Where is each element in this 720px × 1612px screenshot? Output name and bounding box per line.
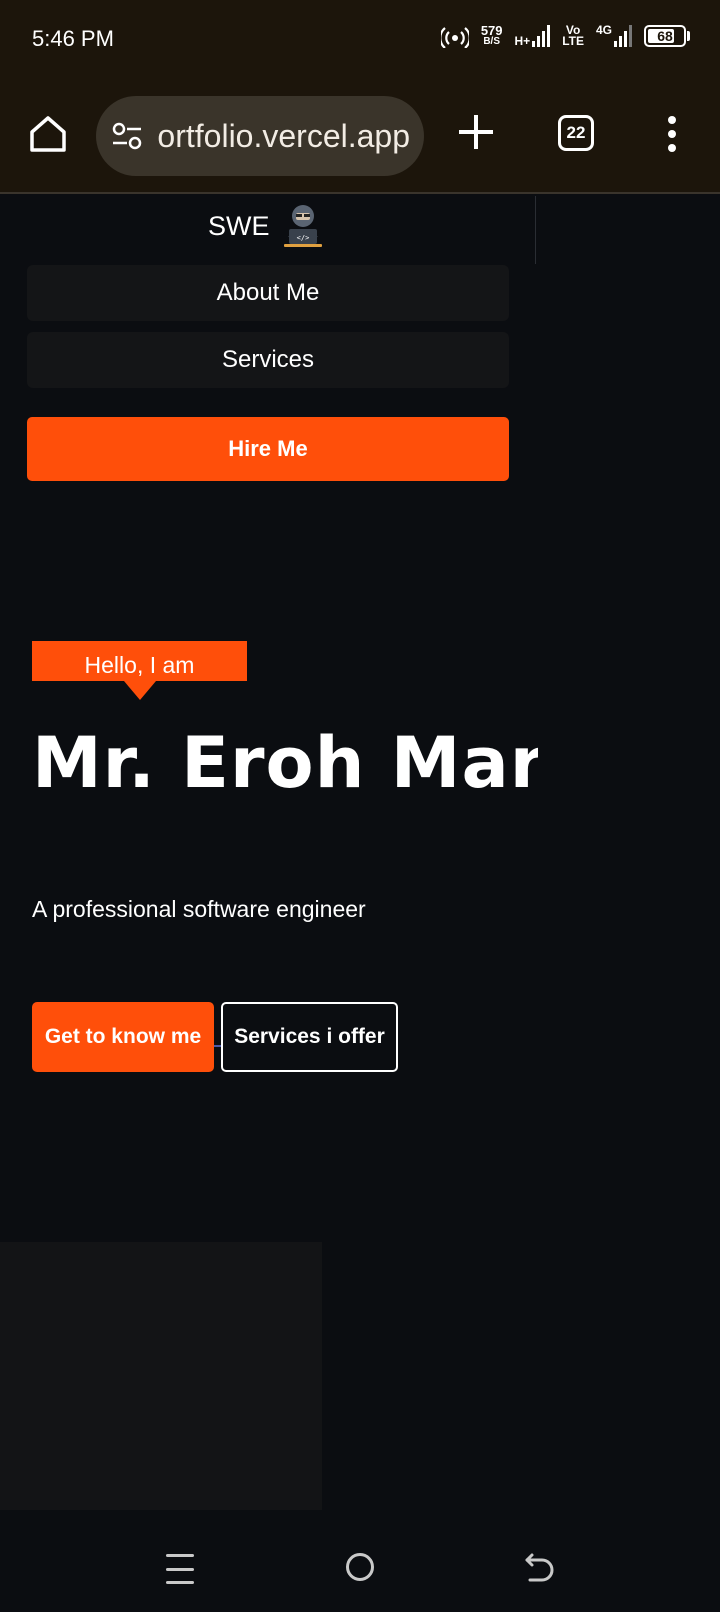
- menu-dots-icon[interactable]: [662, 112, 682, 156]
- profile-image-placeholder: [0, 1242, 322, 1510]
- site-settings-icon[interactable]: [112, 122, 142, 150]
- recents-icon[interactable]: [166, 1554, 194, 1584]
- svg-text:</>: </>: [296, 234, 309, 242]
- services-offer-button[interactable]: Services i offer: [221, 1002, 398, 1072]
- status-icons: 579 B/S H+ Vo LTE 4G 68: [440, 23, 690, 48]
- tab-switcher-button[interactable]: 22: [558, 115, 594, 151]
- status-time: 5:46 PM: [32, 26, 114, 51]
- hire-me-button[interactable]: Hire Me: [27, 417, 509, 481]
- battery-level: 68: [657, 28, 673, 44]
- brand[interactable]: SWE </>: [208, 203, 326, 249]
- net-speed: 579 B/S: [480, 23, 503, 47]
- signal-icon: [532, 25, 551, 47]
- greeting-badge-tail: [124, 681, 156, 700]
- home-icon[interactable]: [26, 112, 70, 156]
- hero-name: Mr. Eroh Marc: [32, 722, 538, 804]
- hero-tagline: A professional software engineer: [32, 896, 366, 922]
- network-type: H+: [514, 34, 531, 48]
- url-text[interactable]: portfolio.vercel.app: [158, 118, 410, 155]
- url-bar[interactable]: portfolio.vercel.app: [96, 96, 424, 176]
- get-to-know-me-button[interactable]: Get to know me: [32, 1002, 214, 1072]
- signal-icon: [614, 25, 632, 47]
- brand-text: SWE: [208, 210, 270, 241]
- plus-icon[interactable]: [456, 112, 496, 152]
- volte-indicator: Vo LTE: [562, 23, 584, 48]
- network-type-2: 4G: [595, 23, 612, 37]
- status-bar: 5:46 PM 579 B/S H+ Vo LTE 4G 68: [0, 0, 720, 82]
- browser-toolbar: portfolio.vercel.app 22: [0, 82, 720, 194]
- back-icon[interactable]: [524, 1551, 556, 1585]
- nav-item-services[interactable]: Services: [27, 332, 509, 388]
- home-circle-icon[interactable]: [346, 1553, 374, 1581]
- nav-divider: [535, 196, 536, 264]
- greeting-badge: Hello, I am: [32, 641, 247, 681]
- hotspot-icon: [440, 27, 469, 48]
- nav-item-about[interactable]: About Me: [27, 265, 509, 321]
- hacker-laptop-icon: </>: [283, 205, 322, 247]
- battery-icon: 68: [644, 25, 686, 47]
- system-nav-bar: [0, 1510, 720, 1612]
